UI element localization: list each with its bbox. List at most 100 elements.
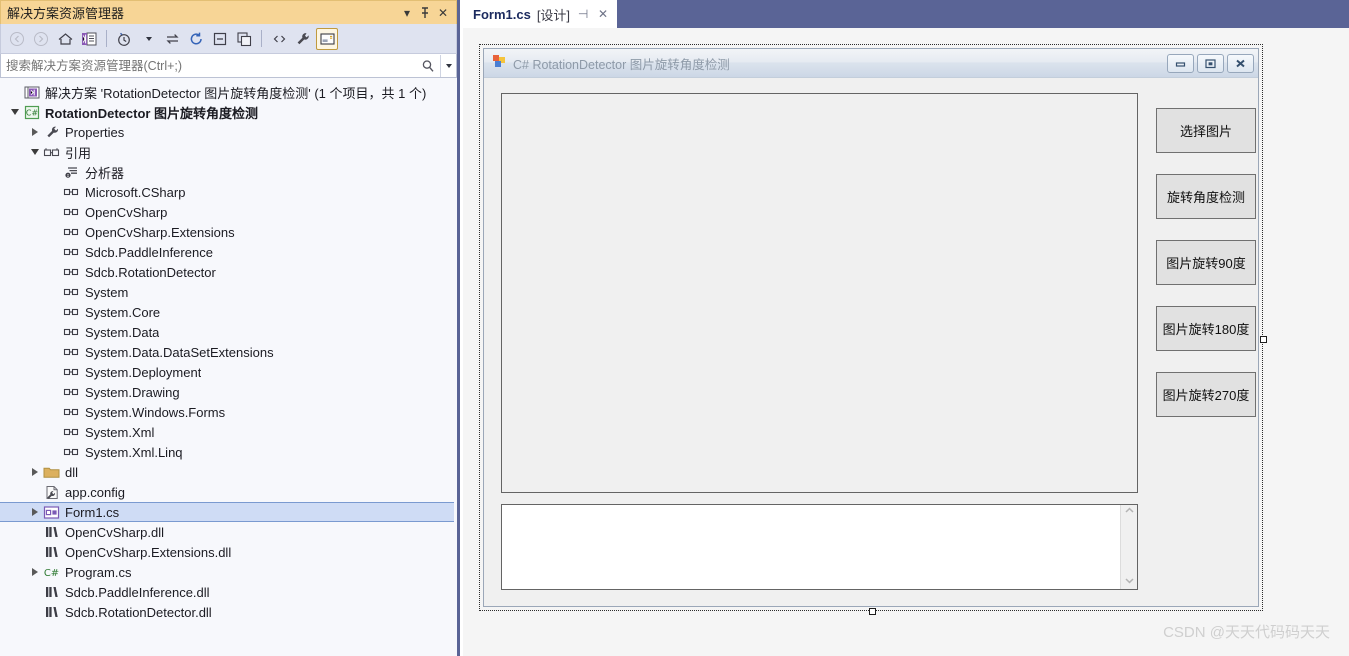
- expander-collapsed-icon[interactable]: [28, 502, 42, 522]
- picture-box[interactable]: [501, 93, 1138, 493]
- panel-title: 解决方案资源管理器: [7, 6, 125, 21]
- tree-item-label: 解决方案 'RotationDetector 图片旋转角度检测' (1 个项目，…: [45, 85, 427, 101]
- tree-item[interactable]: Sdcb.RotationDetector.dll: [0, 602, 454, 622]
- log-textbox-scrollbar[interactable]: [1120, 505, 1137, 589]
- expander-collapsed-icon[interactable]: [28, 462, 42, 482]
- search-input[interactable]: [1, 54, 416, 77]
- tree-item[interactable]: 分析器: [0, 162, 454, 182]
- tree-item-label: System.Xml.Linq: [85, 444, 183, 460]
- designer-surface[interactable]: C# RotationDetector 图片旋转角度检测 选择图片 旋转角度检测…: [463, 28, 1349, 656]
- expander-collapsed-icon[interactable]: [28, 562, 42, 582]
- properties-wrench-icon[interactable]: [292, 28, 314, 50]
- refresh-icon[interactable]: [185, 28, 207, 50]
- tree-item[interactable]: System.Deployment: [0, 362, 454, 382]
- solution-icon: [22, 84, 41, 100]
- select-image-button[interactable]: 选择图片: [1156, 108, 1256, 153]
- tab-label: Form1.cs: [473, 6, 531, 22]
- detect-rotation-angle-button[interactable]: 旋转角度检测: [1156, 174, 1256, 219]
- tree-item[interactable]: app.config: [0, 482, 454, 502]
- back-icon[interactable]: [6, 28, 28, 50]
- tree-item[interactable]: Microsoft.CSharp: [0, 182, 454, 202]
- tree-item[interactable]: System.Core: [0, 302, 454, 322]
- pending-changes-icon[interactable]: [113, 28, 135, 50]
- tree-item[interactable]: OpenCvSharp: [0, 202, 454, 222]
- tree-item[interactable]: C# RotationDetector 图片旋转角度检测: [0, 102, 454, 122]
- tree-item[interactable]: System.Windows.Forms: [0, 402, 454, 422]
- expander-placeholder: [48, 182, 62, 202]
- expander-placeholder: [8, 82, 22, 102]
- expander-placeholder: [48, 382, 62, 402]
- tree-item[interactable]: System.Drawing: [0, 382, 454, 402]
- tree-item[interactable]: Sdcb.PaddleInference.dll: [0, 582, 454, 602]
- expander-collapsed-icon[interactable]: [28, 122, 42, 142]
- expander-expanded-icon[interactable]: [8, 102, 22, 122]
- view-code-icon[interactable]: [268, 28, 290, 50]
- pin-icon[interactable]: [416, 4, 434, 22]
- home-icon[interactable]: [54, 28, 76, 50]
- scroll-up-arrow-icon[interactable]: [1124, 507, 1134, 517]
- collapse-all-icon[interactable]: [209, 28, 231, 50]
- reference-icon: [62, 364, 81, 380]
- close-icon[interactable]: ✕: [434, 4, 452, 22]
- minimize-button[interactable]: [1167, 53, 1194, 73]
- tree-item[interactable]: Sdcb.RotationDetector: [0, 262, 454, 282]
- forward-icon[interactable]: [30, 28, 52, 50]
- tree-item[interactable]: 引用: [0, 142, 454, 162]
- form-selection-wrapper[interactable]: C# RotationDetector 图片旋转角度检测 选择图片 旋转角度检测…: [479, 44, 1267, 615]
- reference-icon: [62, 184, 81, 200]
- search-icon[interactable]: [416, 59, 440, 73]
- tree-item[interactable]: OpenCvSharp.dll: [0, 522, 454, 542]
- resize-handle-bottom[interactable]: [869, 608, 876, 615]
- reference-icon: [62, 264, 81, 280]
- expander-placeholder: [48, 162, 62, 182]
- tree-item[interactable]: 解决方案 'RotationDetector 图片旋转角度检测' (1 个项目，…: [0, 82, 454, 102]
- reference-icon: [62, 224, 81, 240]
- tab-pin-icon[interactable]: ⊣: [576, 7, 590, 21]
- show-all-files-icon[interactable]: [233, 28, 255, 50]
- editor-area: Form1.cs [设计] ⊣ ✕ C# RotationDetector 图片…: [463, 0, 1349, 656]
- log-textbox[interactable]: [501, 504, 1138, 590]
- scroll-down-arrow-icon[interactable]: [1124, 577, 1134, 587]
- log-textbox-input[interactable]: [502, 505, 1120, 589]
- sync-with-active-document-icon[interactable]: [161, 28, 183, 50]
- tree-item[interactable]: Properties: [0, 122, 454, 142]
- dll-icon: [42, 524, 61, 540]
- tree-item[interactable]: System: [0, 282, 454, 302]
- reference-icon: [62, 324, 81, 340]
- tree-item[interactable]: OpenCvSharp.Extensions: [0, 222, 454, 242]
- search-dropdown-icon[interactable]: [440, 54, 456, 77]
- reference-icon: [62, 284, 81, 300]
- tab-close-icon[interactable]: ✕: [596, 7, 610, 21]
- panel-dropdown-icon[interactable]: ▾: [398, 4, 416, 22]
- expander-placeholder: [48, 302, 62, 322]
- search-box[interactable]: [0, 54, 457, 78]
- rotate-90-button[interactable]: 图片旋转90度: [1156, 240, 1256, 285]
- pending-changes-dropdown-icon[interactable]: [137, 28, 159, 50]
- tree-item[interactable]: System.Xml.Linq: [0, 442, 454, 462]
- view-designer-icon[interactable]: [316, 27, 338, 50]
- tree-item[interactable]: Sdcb.PaddleInference: [0, 242, 454, 262]
- solution-explorer-icon[interactable]: [78, 28, 100, 50]
- expander-placeholder: [48, 422, 62, 442]
- tree-item[interactable]: C# Program.cs: [0, 562, 454, 582]
- solution-tree[interactable]: 解决方案 'RotationDetector 图片旋转角度检测' (1 个项目，…: [0, 82, 454, 656]
- resize-handle-right[interactable]: [1260, 336, 1267, 343]
- button-label: 选择图片: [1179, 124, 1232, 139]
- maximize-button[interactable]: [1197, 53, 1224, 73]
- tree-item[interactable]: System.Xml: [0, 422, 454, 442]
- tree-item-selected[interactable]: Form1.cs: [0, 502, 454, 522]
- rotate-270-button[interactable]: 图片旋转270度: [1156, 372, 1256, 417]
- expander-placeholder: [48, 442, 62, 462]
- close-button[interactable]: [1227, 53, 1254, 73]
- tab-form1-designer[interactable]: Form1.cs [设计] ⊣ ✕: [463, 0, 618, 28]
- tree-item-label: OpenCvSharp.Extensions.dll: [65, 544, 232, 560]
- rotate-180-button[interactable]: 图片旋转180度: [1156, 306, 1256, 351]
- tree-item[interactable]: System.Data: [0, 322, 454, 342]
- tree-item[interactable]: dll: [0, 462, 454, 482]
- button-label: 旋转角度检测: [1166, 190, 1245, 205]
- tree-item-label: dll: [65, 464, 79, 480]
- tree-item[interactable]: OpenCvSharp.Extensions.dll: [0, 542, 454, 562]
- tree-item[interactable]: System.Data.DataSetExtensions: [0, 342, 454, 362]
- expander-expanded-icon[interactable]: [28, 142, 42, 162]
- tree-item-label: 分析器: [85, 165, 125, 181]
